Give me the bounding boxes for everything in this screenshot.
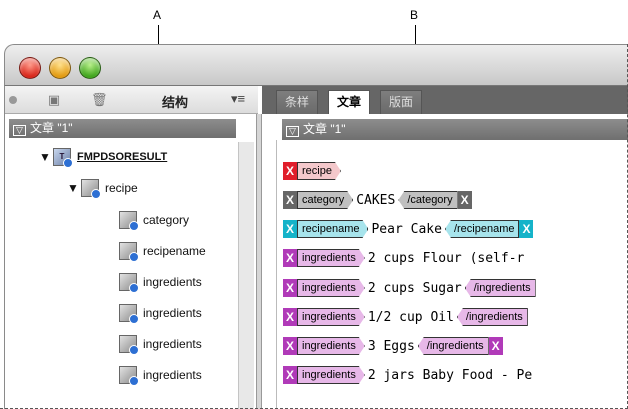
close-tag[interactable]: /category: [398, 191, 458, 209]
callout-a-label: A: [153, 8, 162, 22]
trash-icon[interactable]: 🗑: [91, 93, 108, 107]
tag-marker-icon[interactable]: X: [283, 249, 297, 267]
element-text[interactable]: 2 jars Baby Food - Pe: [365, 368, 535, 383]
tree-node-label: ingredients: [143, 368, 202, 382]
element-icon: [81, 179, 101, 199]
app-window: ▣ 🗑 结构 ▾≡ ▽ 文章 "1" ▼ T FMPDSORESULT ▼ rec…: [4, 44, 628, 409]
tree-node-child[interactable]: category: [119, 211, 190, 231]
open-tag[interactable]: recipename: [297, 220, 368, 238]
element-icon: [119, 211, 139, 231]
tree-node-recipe[interactable]: ▼ recipe: [67, 179, 138, 199]
tree-node-label: category: [143, 213, 190, 227]
grip-icon: [9, 96, 17, 104]
tag-marker-icon[interactable]: X: [519, 220, 534, 238]
element-icon: [119, 273, 139, 293]
close-window-button[interactable]: [19, 57, 41, 79]
disclosure-triangle-icon[interactable]: ▼: [67, 181, 81, 195]
element-text[interactable]: CAKES: [353, 193, 398, 208]
element-icon: [119, 304, 139, 324]
tree-node-child[interactable]: ingredients: [119, 366, 202, 386]
story-text-area[interactable]: Xrecipe Xcategory CAKES/category X Xrecipena…: [276, 140, 628, 409]
tab-layout[interactable]: 版面: [380, 90, 423, 114]
open-tag[interactable]: ingredients: [297, 249, 365, 267]
story-document-label: 文章 "1": [303, 122, 346, 136]
close-tag[interactable]: /ingredients: [456, 308, 528, 326]
close-tag[interactable]: /recipename: [444, 220, 520, 238]
tree-node-label: recipename: [143, 244, 206, 258]
tag-marker-icon[interactable]: X: [488, 337, 503, 355]
story-document-row[interactable]: ▽ 文章 "1": [282, 119, 628, 140]
new-element-icon[interactable]: ▣: [47, 93, 61, 107]
collapse-icon[interactable]: ▽: [286, 126, 299, 137]
structure-toolbar: ▣ 🗑 结构 ▾≡: [5, 86, 258, 114]
open-tag[interactable]: category: [297, 191, 353, 209]
open-tag[interactable]: ingredients: [297, 308, 365, 326]
tag-marker-icon[interactable]: X: [283, 337, 297, 355]
tree-node-label: recipe: [105, 181, 138, 195]
story-editor-panel: 条样 文章 版面 ▽ 文章 "1" Xrecipe Xcategory CAKES/c…: [262, 86, 628, 409]
close-tag[interactable]: /ingredients: [417, 337, 489, 355]
tree-node-label: ingredients: [143, 337, 202, 351]
tree-node-root[interactable]: ▼ T FMPDSORESULT: [39, 148, 168, 168]
open-tag[interactable]: ingredients: [297, 366, 365, 384]
tree-node-label: ingredients: [143, 306, 202, 320]
close-tag[interactable]: /ingredients: [464, 279, 536, 297]
tag-marker-icon[interactable]: X: [283, 308, 297, 326]
element-text[interactable]: Pear Cake: [368, 222, 444, 237]
zoom-window-button[interactable]: [79, 57, 101, 79]
text-element-icon: T: [53, 148, 73, 168]
element-text[interactable]: 2 cups Flour (self-r: [365, 251, 528, 266]
collapse-icon[interactable]: ▽: [13, 125, 26, 136]
element-icon: [119, 335, 139, 355]
tree-node-child[interactable]: ingredients: [119, 335, 202, 355]
xml-line[interactable]: Xrecipe: [283, 161, 341, 181]
xml-line[interactable]: Xingredients 2 cups Flour (self-r: [283, 248, 527, 268]
structure-document-row[interactable]: ▽ 文章 "1": [9, 119, 236, 138]
tag-marker-icon[interactable]: X: [283, 162, 297, 180]
title-bar: [4, 44, 628, 86]
structure-panel-title: 结构: [162, 95, 189, 110]
element-text[interactable]: 1/2 cup Oil: [365, 310, 457, 325]
xml-line[interactable]: Xingredients 1/2 cup Oil/ingredients: [283, 307, 528, 327]
tab-story[interactable]: 文章: [328, 90, 371, 114]
xml-line[interactable]: Xingredients 2 cups Sugar/ingredients: [283, 278, 536, 298]
view-tabs: 条样 文章 版面: [262, 86, 628, 114]
open-tag[interactable]: ingredients: [297, 337, 365, 355]
open-tag[interactable]: ingredients: [297, 279, 365, 297]
tree-node-child[interactable]: recipename: [119, 242, 206, 262]
structure-panel: ▣ 🗑 结构 ▾≡ ▽ 文章 "1" ▼ T FMPDSORESULT ▼ rec…: [4, 86, 262, 409]
structure-scrollbar[interactable]: [238, 142, 254, 409]
tag-marker-icon[interactable]: X: [283, 191, 297, 209]
callout-b-label: B: [410, 8, 419, 22]
disclosure-triangle-icon[interactable]: ▼: [39, 150, 53, 164]
tag-marker-icon[interactable]: X: [283, 220, 297, 238]
xml-line[interactable]: Xrecipename Pear Cake/recipename X: [283, 219, 534, 239]
structure-document-label: 文章 "1": [30, 121, 73, 135]
open-tag[interactable]: recipe: [297, 162, 341, 180]
element-icon: [119, 242, 139, 262]
tag-marker-icon[interactable]: X: [283, 279, 297, 297]
tab-galley[interactable]: 条样: [276, 90, 319, 114]
xml-line[interactable]: Xcategory CAKES/category X: [283, 190, 472, 210]
element-text[interactable]: 3 Eggs: [365, 339, 418, 354]
tree-node-child[interactable]: ingredients: [119, 273, 202, 293]
xml-line[interactable]: Xingredients 3 Eggs/ingredients X: [283, 336, 503, 356]
tree-node-label: FMPDSORESULT: [77, 151, 168, 163]
list-menu-icon[interactable]: ▾≡: [231, 91, 245, 107]
element-icon: [119, 366, 139, 386]
tree-node-child[interactable]: ingredients: [119, 304, 202, 324]
element-text[interactable]: 2 cups Sugar: [365, 281, 465, 296]
xml-line[interactable]: Xingredients 2 jars Baby Food - Pe: [283, 365, 535, 385]
tree-node-label: ingredients: [143, 275, 202, 289]
tag-marker-icon[interactable]: X: [283, 366, 297, 384]
tag-marker-icon[interactable]: X: [457, 191, 472, 209]
minimize-window-button[interactable]: [49, 57, 71, 79]
